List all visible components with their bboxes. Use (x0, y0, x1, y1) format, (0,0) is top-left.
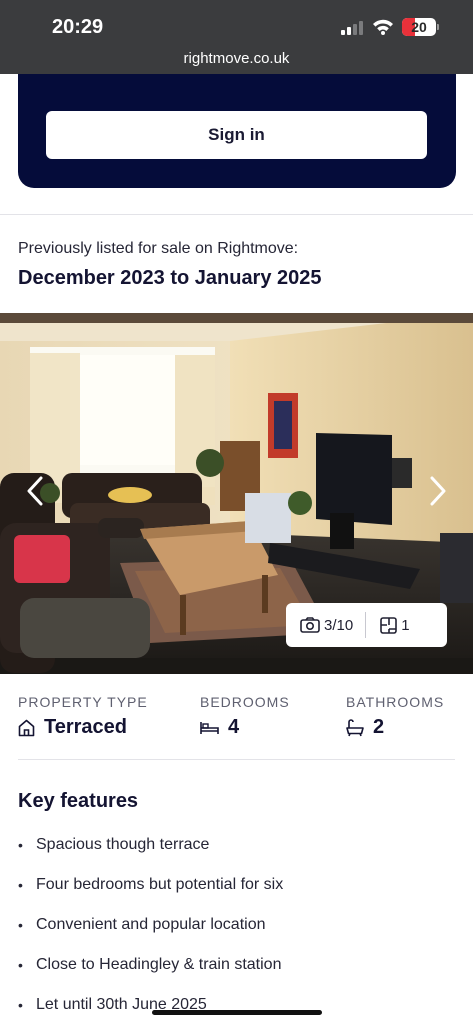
property-type-label: PROPERTY TYPE (18, 694, 148, 710)
photo-counter[interactable]: 3/10 1 (286, 603, 447, 647)
status-bar: 20:29 20 rightmove.co.uk (0, 0, 473, 74)
listing-history-label: Previously listed for sale on Rightmove: (18, 240, 299, 257)
floorplan-count: 1 (401, 616, 410, 634)
bath-icon (346, 718, 364, 737)
section-divider (0, 214, 473, 215)
signin-card: Sign in (18, 74, 456, 188)
listing-history-dates: December 2023 to January 2025 (18, 267, 322, 289)
list-item: • Spacious though terrace (18, 836, 210, 853)
wifi-icon (372, 18, 394, 40)
cellular-signal-icon (341, 21, 367, 35)
bathrooms-label: BATHROOMS (346, 694, 445, 710)
bathrooms-value: 2 (373, 716, 385, 738)
gallery-prev-button[interactable] (22, 475, 48, 511)
gallery-next-button[interactable] (425, 475, 451, 511)
chevron-left-icon (27, 476, 43, 511)
house-icon (18, 719, 35, 737)
bedrooms-value: 4 (228, 716, 240, 738)
browser-url[interactable]: rightmove.co.uk (0, 50, 473, 67)
battery-level: 20 (411, 19, 427, 35)
key-features-list: • Spacious though terrace • Four bedrooms … (18, 836, 283, 1024)
home-indicator[interactable] (152, 1010, 322, 1015)
fact-bedrooms: BEDROOMS 4 (200, 694, 290, 739)
fact-bathrooms: BATHROOMS 2 (346, 694, 444, 739)
fact-property-type: PROPERTY TYPE Terraced (18, 694, 148, 739)
camera-icon (300, 617, 320, 633)
photo-count: 3/10 (324, 616, 354, 634)
floorplan-icon (380, 616, 398, 634)
list-item: • Four bedrooms but potential for six (18, 876, 284, 893)
key-features-title: Key features (18, 790, 139, 812)
battery-icon: 20 (402, 18, 436, 36)
section-divider (18, 759, 455, 760)
bedrooms-label: BEDROOMS (200, 694, 290, 710)
bed-icon (200, 721, 219, 735)
status-time: 20:29 (52, 16, 104, 38)
property-type-value: Terraced (44, 716, 128, 738)
chevron-right-icon (430, 476, 446, 511)
list-item: • Close to Headingley & train station (18, 956, 282, 973)
sign-in-button[interactable]: Sign in (46, 111, 427, 159)
list-item: • Convenient and popular location (18, 916, 266, 933)
